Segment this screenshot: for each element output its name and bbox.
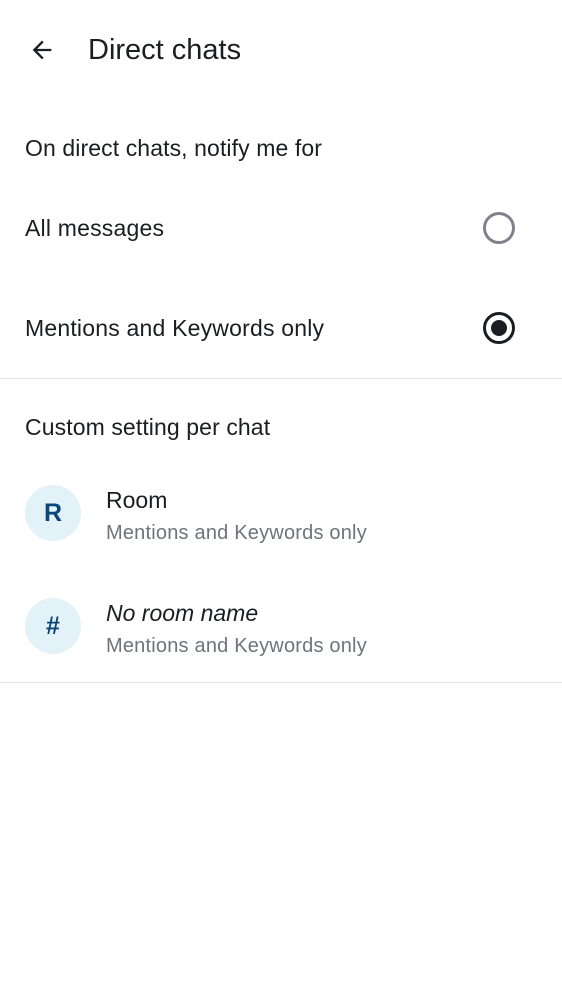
divider [0, 682, 562, 683]
notify-section-title: On direct chats, notify me for [25, 135, 323, 161]
custom-section-title: Custom setting per chat [25, 414, 271, 440]
chat-setting: Mentions and Keywords only [106, 635, 367, 657]
option-mentions-keywords[interactable]: Mentions and Keywords only [0, 278, 562, 378]
page-title: Direct chats [88, 34, 242, 66]
top-app-bar: Direct chats [0, 0, 562, 100]
avatar: R [25, 485, 81, 541]
arrow-left-icon [32, 40, 52, 60]
option-label: All messages [25, 215, 165, 241]
divider [0, 378, 562, 379]
chat-row-no-room-name[interactable]: # No room name Mentions and Keywords onl… [0, 570, 562, 682]
chat-name: No room name [106, 600, 259, 626]
back-button[interactable] [18, 26, 66, 74]
radio-button-unchecked[interactable] [483, 212, 515, 244]
radio-button-checked[interactable] [483, 312, 515, 344]
chat-row-room[interactable]: R Room Mentions and Keywords only [0, 457, 562, 569]
radio-dot [491, 320, 507, 336]
chat-setting: Mentions and Keywords only [106, 522, 367, 544]
option-label: Mentions and Keywords only [25, 315, 325, 341]
avatar: # [25, 598, 81, 654]
chat-name: Room [106, 487, 168, 513]
option-all-messages[interactable]: All messages [0, 178, 562, 278]
